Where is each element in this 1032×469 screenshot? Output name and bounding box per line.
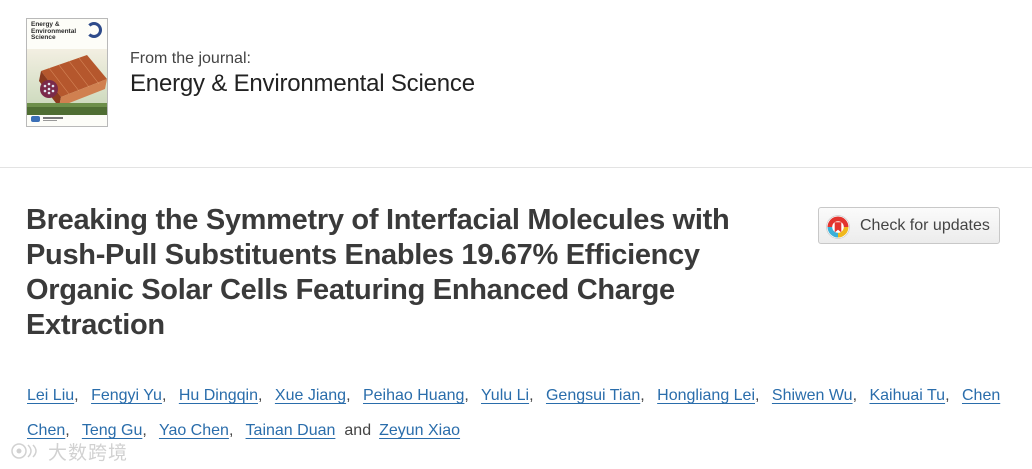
author-link[interactable]: Lei Liu <box>27 387 74 404</box>
author-separator: , <box>346 387 351 404</box>
author-and-word: and <box>344 422 372 439</box>
from-journal-label: From the journal: <box>130 50 251 67</box>
watermark-text: 大数跨境 <box>48 441 129 464</box>
journal-name-link[interactable]: Energy & Environmental Science <box>130 70 475 98</box>
check-for-updates-label: Check for updates <box>860 217 990 234</box>
cover-artwork <box>27 49 107 115</box>
author-link[interactable]: Yao Chen <box>159 422 229 439</box>
author-separator: , <box>852 387 858 404</box>
rsc-logo-icon <box>31 116 40 122</box>
author-separator: , <box>228 422 234 439</box>
author-link[interactable]: Hongliang Lei <box>657 387 755 404</box>
article-title: Breaking the Symmetry of Interfacial Mol… <box>26 204 730 341</box>
watermark-logo-icon <box>11 443 37 459</box>
author-link[interactable]: Xue Jiang <box>275 387 346 404</box>
author-link[interactable]: Hu Dingqin <box>179 387 258 404</box>
author-separator: , <box>945 387 950 404</box>
author-link[interactable]: Fengyi Yu <box>91 387 162 404</box>
author-link[interactable]: Teng Gu <box>82 422 142 439</box>
author-link[interactable]: Peihao Huang <box>363 387 464 404</box>
author-link[interactable]: Tainan Duan <box>246 422 336 439</box>
journal-header: Energy & Environmental Science From the … <box>0 0 1032 168</box>
author-separator: , <box>529 387 534 404</box>
journal-cover-image[interactable]: Energy & Environmental Science <box>26 18 108 127</box>
watermark: 大数跨境 <box>10 440 129 464</box>
author-separator: , <box>142 422 147 439</box>
author-link[interactable]: Yulu Li <box>481 387 529 404</box>
author-separator: , <box>161 387 167 404</box>
journal-logo-ring-icon <box>86 22 102 38</box>
author-link[interactable]: Kaihuai Tu <box>869 387 945 404</box>
author-link[interactable]: Gengsui Tian <box>546 387 640 404</box>
cover-footer <box>31 115 105 123</box>
author-separator: , <box>755 387 760 404</box>
author-separator: , <box>640 387 645 404</box>
author-separator: , <box>464 387 469 404</box>
author-separator: , <box>74 387 79 404</box>
author-link[interactable]: Shiwen Wu <box>772 387 853 404</box>
crossmark-icon <box>826 215 850 239</box>
author-separator: , <box>65 422 70 439</box>
cover-title: Energy & Environmental Science <box>31 21 77 41</box>
author-link[interactable]: Zeyun Xiao <box>379 422 460 439</box>
author-separator: , <box>258 387 263 404</box>
check-for-updates-button[interactable]: Check for updates <box>818 207 1000 244</box>
author-list: Lei Liu, Fengyi Yu, Hu Dingqin, Xue Jian… <box>27 378 1007 448</box>
